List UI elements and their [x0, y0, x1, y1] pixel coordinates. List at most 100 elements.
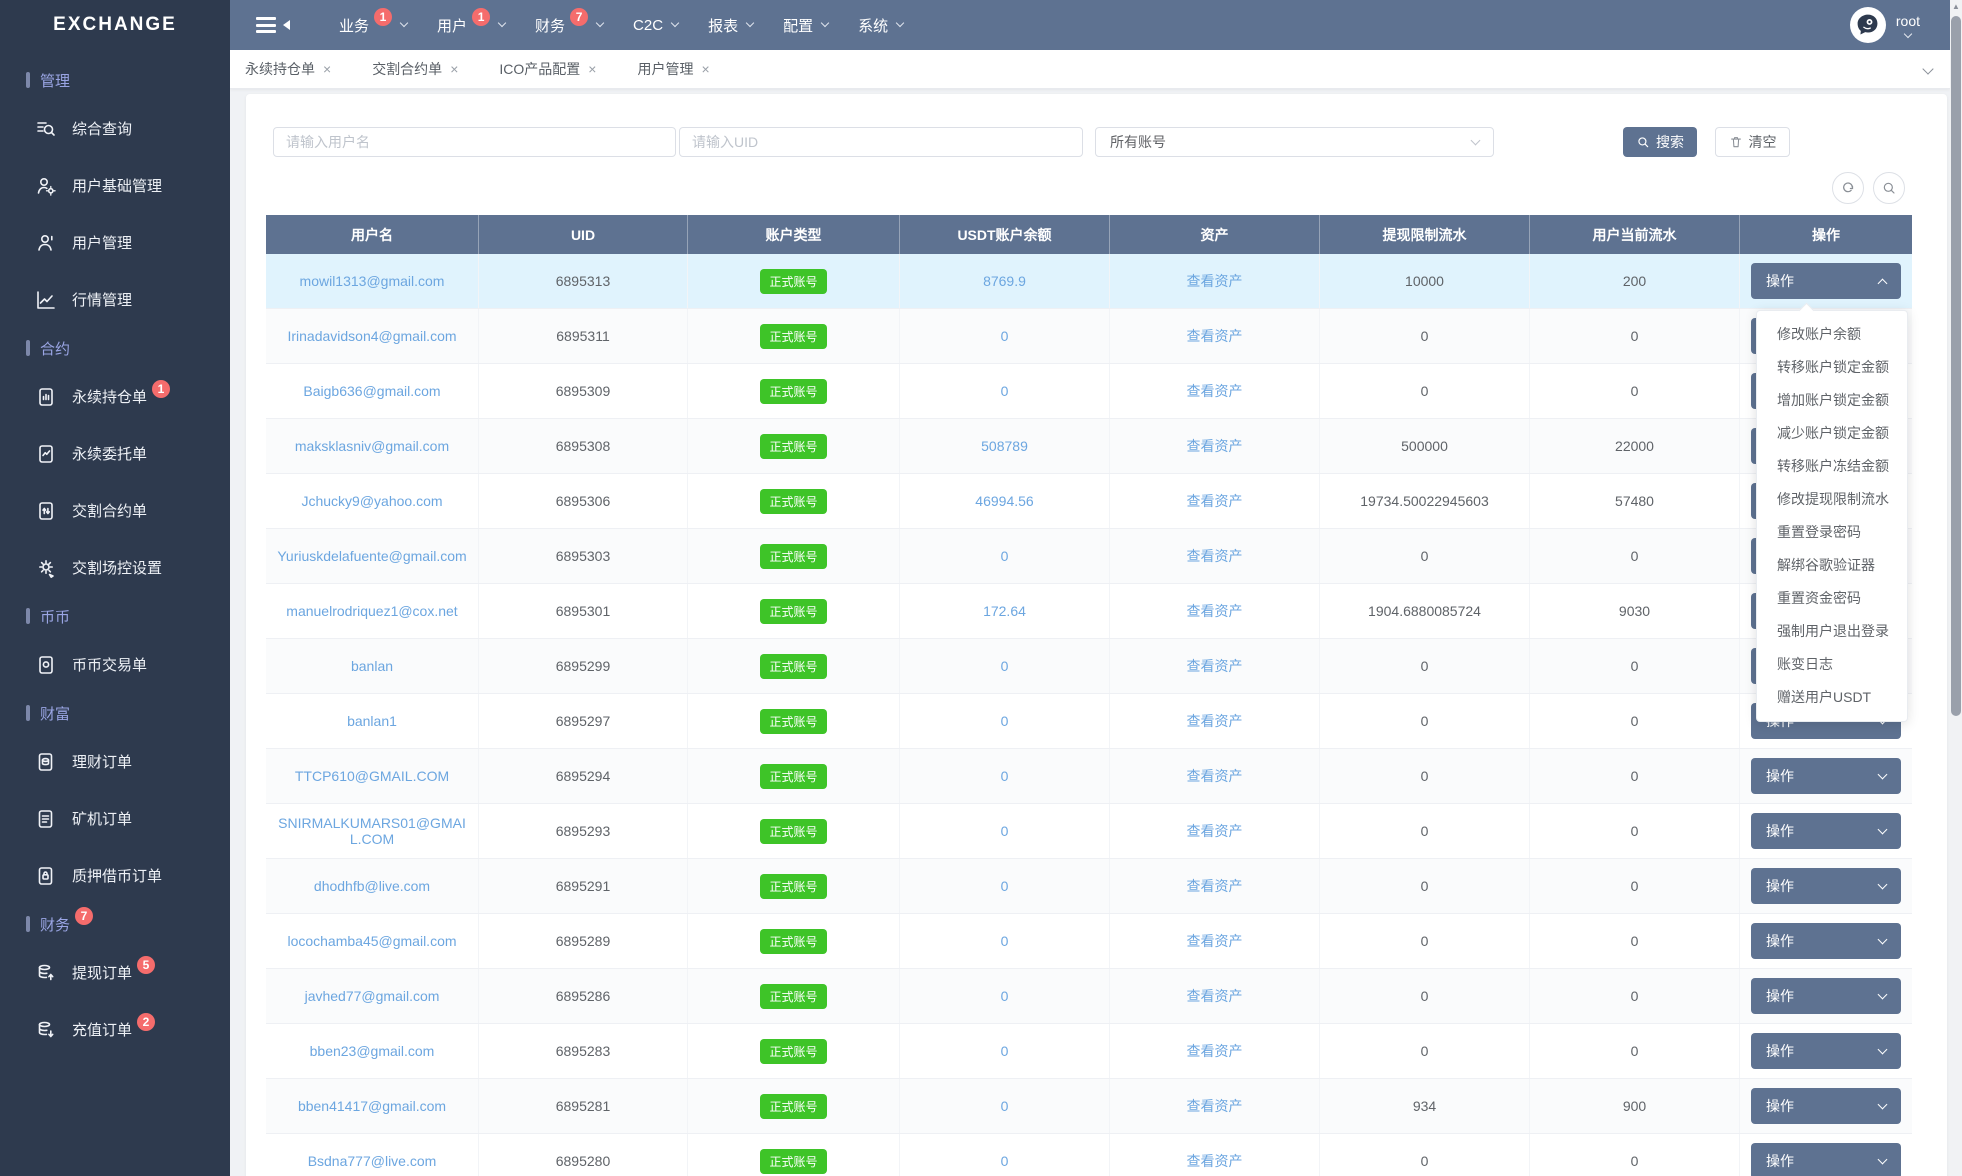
action-menu-item[interactable]: 转移账户冻结金额 [1757, 450, 1907, 483]
sidebar-item[interactable]: 永续持仓单 1 [0, 368, 230, 425]
tab-close-icon[interactable]: × [450, 61, 458, 77]
sidebar-item[interactable]: 币币交易单 [0, 636, 230, 693]
view-assets-link[interactable]: 查看资产 [1187, 931, 1243, 951]
view-assets-link[interactable]: 查看资产 [1187, 1041, 1243, 1061]
view-assets-link[interactable]: 查看资产 [1187, 656, 1243, 676]
sidebar-item[interactable]: 理财订单 [0, 733, 230, 790]
user-menu[interactable]: root [1849, 7, 1920, 43]
username-search-input[interactable] [273, 127, 676, 157]
username-link[interactable]: javhed77@gmail.com [305, 988, 440, 1004]
username-link[interactable]: Jchucky9@yahoo.com [301, 493, 442, 509]
username-link[interactable]: Bsdna777@live.com [308, 1153, 437, 1169]
view-assets-link[interactable]: 查看资产 [1187, 381, 1243, 401]
usdt-balance-link[interactable]: 508789 [981, 438, 1028, 454]
usdt-balance-link[interactable]: 0 [1001, 823, 1009, 839]
view-assets-link[interactable]: 查看资产 [1187, 1096, 1243, 1116]
tab[interactable]: ICO产品配置 × [499, 59, 596, 79]
topnav-item[interactable]: 业务 1 [339, 8, 409, 36]
tabbar-dropdown-button[interactable] [1922, 60, 1934, 78]
username-link[interactable]: bben23@gmail.com [310, 1043, 435, 1059]
usdt-balance-link[interactable]: 46994.56 [975, 493, 1033, 509]
usdt-balance-link[interactable]: 8769.9 [983, 273, 1026, 289]
page-scrollbar[interactable]: ▲ [1950, 0, 1962, 1176]
usdt-balance-link[interactable]: 0 [1001, 768, 1009, 784]
username-link[interactable]: Baigb636@gmail.com [303, 383, 440, 399]
view-assets-link[interactable]: 查看资产 [1187, 326, 1243, 346]
username-link[interactable]: banlan [351, 658, 393, 674]
usdt-balance-link[interactable]: 0 [1001, 988, 1009, 1004]
scrollbar-up-arrow[interactable]: ▲ [1950, 2, 1962, 11]
view-assets-link[interactable]: 查看资产 [1187, 711, 1243, 731]
clear-button[interactable]: 清空 [1715, 127, 1790, 157]
action-button[interactable]: 操作 [1751, 868, 1901, 904]
username-link[interactable]: banlan1 [347, 713, 397, 729]
action-menu-item[interactable]: 赠送用户USDT [1757, 681, 1907, 714]
sidebar-item[interactable]: 充值订单 2 [0, 1001, 230, 1058]
action-button[interactable]: 操作 [1751, 1088, 1901, 1124]
topnav-item[interactable]: 财务 7 [535, 8, 605, 36]
topnav-item[interactable]: 报表 [708, 15, 755, 36]
action-menu-item[interactable]: 重置资金密码 [1757, 582, 1907, 615]
tab-close-icon[interactable]: × [701, 61, 709, 77]
view-assets-link[interactable]: 查看资产 [1187, 876, 1243, 896]
view-assets-link[interactable]: 查看资产 [1187, 766, 1243, 786]
account-type-select[interactable]: 所有账号 [1095, 127, 1494, 157]
view-assets-link[interactable]: 查看资产 [1187, 601, 1243, 621]
sidebar-collapse-button[interactable] [256, 14, 290, 37]
tab[interactable]: 用户管理 × [637, 59, 709, 79]
view-assets-link[interactable]: 查看资产 [1187, 546, 1243, 566]
username-link[interactable]: mowil1313@gmail.com [300, 273, 445, 289]
topnav-item[interactable]: 用户 1 [437, 8, 507, 36]
sidebar-item[interactable]: 行情管理 [0, 271, 230, 328]
action-menu-item[interactable]: 修改账户余额 [1757, 318, 1907, 351]
action-menu-item[interactable]: 重置登录密码 [1757, 516, 1907, 549]
usdt-balance-link[interactable]: 0 [1001, 878, 1009, 894]
action-menu-item[interactable]: 账变日志 [1757, 648, 1907, 681]
topnav-item[interactable]: C2C [633, 17, 680, 34]
username-link[interactable]: bben41417@gmail.com [298, 1098, 446, 1114]
username-link[interactable]: locochamba45@gmail.com [287, 933, 456, 949]
tab[interactable]: 永续持仓单 × [245, 59, 331, 79]
sidebar-item[interactable]: 矿机订单 [0, 790, 230, 847]
sidebar-item[interactable]: 永续委托单 [0, 425, 230, 482]
username-link[interactable]: maksklasniv@gmail.com [295, 438, 449, 454]
uid-search-input[interactable] [679, 127, 1083, 157]
action-menu-item[interactable]: 修改提现限制流水 [1757, 483, 1907, 516]
sidebar-item[interactable]: 交割合约单 [0, 482, 230, 539]
action-menu-item[interactable]: 增加账户锁定金额 [1757, 384, 1907, 417]
action-menu-item[interactable]: 转移账户锁定金额 [1757, 351, 1907, 384]
sidebar-item[interactable]: 综合查询 [0, 100, 230, 157]
action-button[interactable]: 操作 [1751, 758, 1901, 794]
view-assets-link[interactable]: 查看资产 [1187, 986, 1243, 1006]
action-button[interactable]: 操作 [1751, 923, 1901, 959]
view-assets-link[interactable]: 查看资产 [1187, 821, 1243, 841]
action-button[interactable]: 操作 [1751, 263, 1901, 299]
sidebar-item[interactable]: 用户基础管理 [0, 157, 230, 214]
action-button[interactable]: 操作 [1751, 813, 1901, 849]
action-button[interactable]: 操作 [1751, 978, 1901, 1014]
username-link[interactable]: manuelrodriquez1@cox.net [286, 603, 457, 619]
usdt-balance-link[interactable]: 172.64 [983, 603, 1026, 619]
usdt-balance-link[interactable]: 0 [1001, 328, 1009, 344]
sidebar-item[interactable]: 提现订单 5 [0, 944, 230, 1001]
tab-close-icon[interactable]: × [323, 61, 331, 77]
username-link[interactable]: TTCP610@GMAIL.COM [295, 768, 449, 784]
search-button[interactable]: 搜索 [1623, 127, 1697, 157]
scrollbar-thumb[interactable] [1951, 16, 1961, 716]
action-button[interactable]: 操作 [1751, 1033, 1901, 1069]
usdt-balance-link[interactable]: 0 [1001, 383, 1009, 399]
action-menu-item[interactable]: 强制用户退出登录 [1757, 615, 1907, 648]
usdt-balance-link[interactable]: 0 [1001, 1098, 1009, 1114]
usdt-balance-link[interactable]: 0 [1001, 1043, 1009, 1059]
username-link[interactable]: dhodhfb@live.com [314, 878, 430, 894]
view-assets-link[interactable]: 查看资产 [1187, 1151, 1243, 1171]
action-button[interactable]: 操作 [1751, 1143, 1901, 1176]
usdt-balance-link[interactable]: 0 [1001, 713, 1009, 729]
sidebar-item[interactable]: 交割场控设置 [0, 539, 230, 596]
username-link[interactable]: Yuriuskdelafuente@gmail.com [277, 548, 466, 564]
view-assets-link[interactable]: 查看资产 [1187, 436, 1243, 456]
topnav-item[interactable]: 配置 [783, 15, 830, 36]
action-menu-item[interactable]: 解绑谷歌验证器 [1757, 549, 1907, 582]
usdt-balance-link[interactable]: 0 [1001, 1153, 1009, 1169]
tab[interactable]: 交割合约单 × [372, 59, 458, 79]
